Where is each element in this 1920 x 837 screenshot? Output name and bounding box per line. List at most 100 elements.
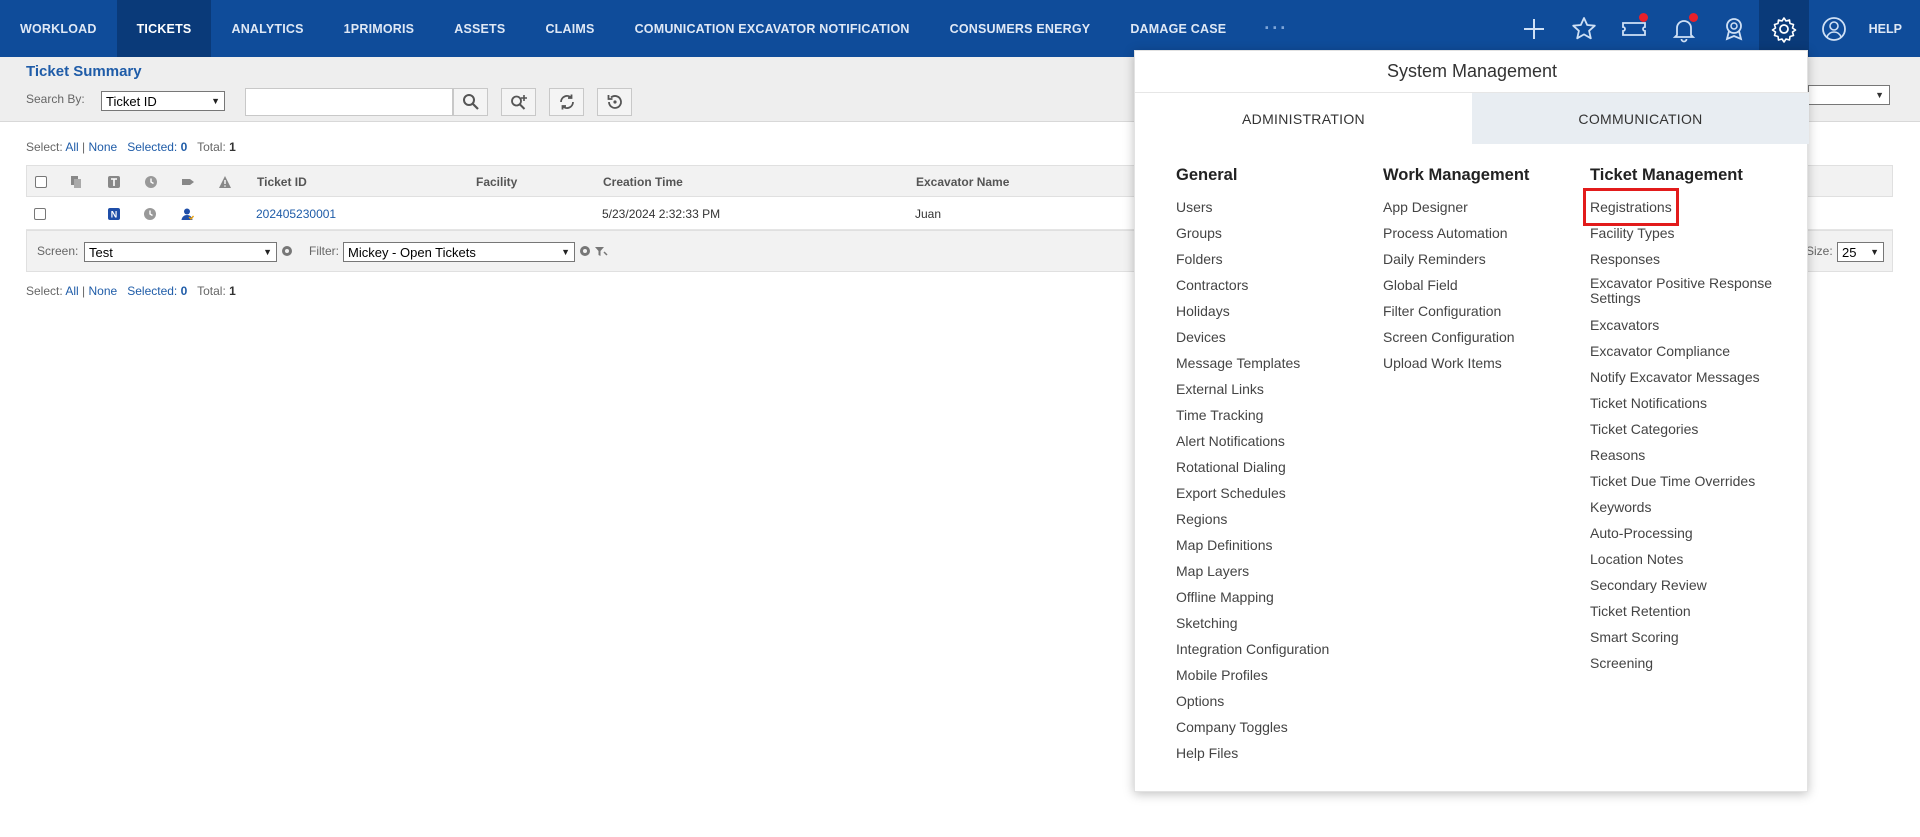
general-items: Users Groups Folders Contractors Holidays Dev… <box>1176 194 1376 766</box>
menu-item-groups[interactable]: Groups <box>1176 220 1376 246</box>
menu-item-daily-reminders[interactable]: Daily Reminders <box>1383 246 1583 272</box>
menu-item-process-automation[interactable]: Process Automation <box>1383 220 1583 246</box>
menu-item-screen-configuration[interactable]: Screen Configuration <box>1383 324 1583 350</box>
menu-item-keywords[interactable]: Keywords <box>1590 494 1790 520</box>
select-all-link[interactable]: All <box>65 140 78 154</box>
col-excavator-name[interactable]: Excavator Name <box>916 166 1009 198</box>
nav-assets[interactable]: ASSETS <box>434 0 525 57</box>
search-by-select[interactable]: Ticket ID ▼ <box>101 91 225 111</box>
advanced-search-button[interactable] <box>501 88 536 116</box>
menu-item-regions[interactable]: Regions <box>1176 506 1376 532</box>
menu-item-map-layers[interactable]: Map Layers <box>1176 558 1376 584</box>
row-checkbox[interactable] <box>34 207 46 220</box>
clock-icon <box>144 166 158 198</box>
col-facility[interactable]: Facility <box>476 166 517 198</box>
menu-item-excavator-positive-response-settings[interactable]: Excavator Positive Response Settings <box>1590 272 1790 312</box>
menu-item-smart-scoring[interactable]: Smart Scoring <box>1590 624 1790 650</box>
excavator-name-cell: Juan <box>915 206 942 221</box>
help-link[interactable]: HELP <box>1859 22 1920 36</box>
type-icon <box>107 166 121 198</box>
user-icon[interactable] <box>1809 0 1859 57</box>
menu-item-location-notes[interactable]: Location Notes <box>1590 546 1790 572</box>
menu-item-app-designer[interactable]: App Designer <box>1383 194 1583 220</box>
filter-settings-icon[interactable] <box>578 244 592 261</box>
menu-item-map-definitions[interactable]: Map Definitions <box>1176 532 1376 558</box>
menu-item-folders[interactable]: Folders <box>1176 246 1376 272</box>
col-creation-time[interactable]: Creation Time <box>603 166 683 198</box>
menu-item-sketching[interactable]: Sketching <box>1176 610 1376 636</box>
total-count: 1 <box>229 284 236 298</box>
nav-tickets[interactable]: TICKETS <box>116 0 212 57</box>
gear-icon[interactable] <box>1758 0 1809 57</box>
menu-item-global-field[interactable]: Global Field <box>1383 272 1583 298</box>
menu-item-users[interactable]: Users <box>1176 194 1376 220</box>
search-input[interactable] <box>245 88 453 116</box>
nav-claims[interactable]: CLAIMS <box>525 0 614 57</box>
menu-item-ticket-retention[interactable]: Ticket Retention <box>1590 598 1790 624</box>
menu-item-ticket-notifications[interactable]: Ticket Notifications <box>1590 390 1790 416</box>
menu-item-ticket-categories[interactable]: Ticket Categories <box>1590 416 1790 442</box>
ticket-id-link[interactable]: 202405230001 <box>256 197 336 230</box>
plus-icon[interactable] <box>1509 0 1559 57</box>
menu-item-mobile-profiles[interactable]: Mobile Profiles <box>1176 662 1376 688</box>
menu-item-rotational-dialing[interactable]: Rotational Dialing <box>1176 454 1376 480</box>
nav-analytics[interactable]: ANALYTICS <box>211 0 323 57</box>
menu-item-alert-notifications[interactable]: Alert Notifications <box>1176 428 1376 454</box>
menu-item-message-templates[interactable]: Message Templates <box>1176 350 1376 376</box>
menu-item-ticket-due-time-overrides[interactable]: Ticket Due Time Overrides <box>1590 468 1790 494</box>
nav-1primoris[interactable]: 1PRIMORIS <box>324 0 435 57</box>
bell-icon[interactable] <box>1659 0 1709 57</box>
menu-item-time-tracking[interactable]: Time Tracking <box>1176 402 1376 428</box>
menu-item-excavators[interactable]: Excavators <box>1590 312 1790 338</box>
nav-damage-case[interactable]: DAMAGE CASE <box>1110 0 1246 57</box>
menu-item-registrations[interactable]: Registrations <box>1583 188 1679 226</box>
search-button[interactable] <box>453 88 488 116</box>
star-icon[interactable] <box>1559 0 1609 57</box>
menu-item-filter-configuration[interactable]: Filter Configuration <box>1383 298 1583 324</box>
select-all-link[interactable]: All <box>65 284 78 298</box>
select-none-link[interactable]: None <box>89 140 118 154</box>
menu-item-screening[interactable]: Screening <box>1590 650 1790 676</box>
ticket-icon[interactable] <box>1609 0 1659 57</box>
nav-consumers-energy[interactable]: CONSUMERS ENERGY <box>930 0 1111 57</box>
reset-button[interactable] <box>597 88 632 116</box>
menu-item-help-files[interactable]: Help Files <box>1176 740 1376 766</box>
menu-item-devices[interactable]: Devices <box>1176 324 1376 350</box>
menu-item-auto-processing[interactable]: Auto-Processing <box>1590 520 1790 546</box>
page-size-select[interactable]: 25 ▼ <box>1837 242 1884 262</box>
menu-item-company-toggles[interactable]: Company Toggles <box>1176 714 1376 740</box>
menu-item-upload-work-items[interactable]: Upload Work Items <box>1383 350 1583 376</box>
menu-item-export-schedules[interactable]: Export Schedules <box>1176 480 1376 506</box>
menu-item-holidays[interactable]: Holidays <box>1176 298 1376 324</box>
menu-item-offline-mapping[interactable]: Offline Mapping <box>1176 584 1376 610</box>
refresh-button[interactable] <box>549 88 584 116</box>
select-label: Select: <box>26 284 63 298</box>
nav-more-button[interactable]: ··· <box>1246 0 1306 57</box>
menu-item-reasons[interactable]: Reasons <box>1590 442 1790 468</box>
filter-edit-icon[interactable] <box>594 244 608 261</box>
menu-item-integration-configuration[interactable]: Integration Configuration <box>1176 636 1376 662</box>
select-none-link[interactable]: None <box>89 284 118 298</box>
page-size-label: Size: <box>1806 244 1833 258</box>
screen-settings-icon[interactable] <box>280 244 294 261</box>
menu-item-notify-excavator-messages[interactable]: Notify Excavator Messages <box>1590 364 1790 390</box>
screen-select[interactable]: Test ▼ <box>84 242 277 262</box>
menu-item-options[interactable]: Options <box>1176 688 1376 714</box>
award-icon[interactable] <box>1709 0 1759 57</box>
menu-item-excavator-compliance[interactable]: Excavator Compliance <box>1590 338 1790 364</box>
tab-administration[interactable]: ADMINISTRATION <box>1135 93 1472 144</box>
ticket-management-items: Registrations Facility Types Responses Exca… <box>1583 188 1790 676</box>
menu-item-secondary-review[interactable]: Secondary Review <box>1590 572 1790 598</box>
view-select[interactable]: ▼ <box>1808 85 1890 105</box>
nav-workload[interactable]: WORKLOAD <box>0 0 117 57</box>
col-ticket-id[interactable]: Ticket ID <box>257 166 307 198</box>
select-all-checkbox[interactable] <box>35 176 47 188</box>
menu-item-contractors[interactable]: Contractors <box>1176 272 1376 298</box>
filter-select[interactable]: Mickey - Open Tickets ▼ <box>343 242 575 262</box>
menu-item-responses[interactable]: Responses <box>1590 246 1790 272</box>
menu-item-external-links[interactable]: External Links <box>1176 376 1376 402</box>
menu-item-facility-types[interactable]: Facility Types <box>1590 220 1790 246</box>
tab-communication[interactable]: COMMUNICATION <box>1472 93 1809 144</box>
nav-comunication-excavator-notification[interactable]: COMUNICATION EXCAVATOR NOTIFICATION <box>615 0 930 57</box>
separator: | <box>82 140 86 154</box>
